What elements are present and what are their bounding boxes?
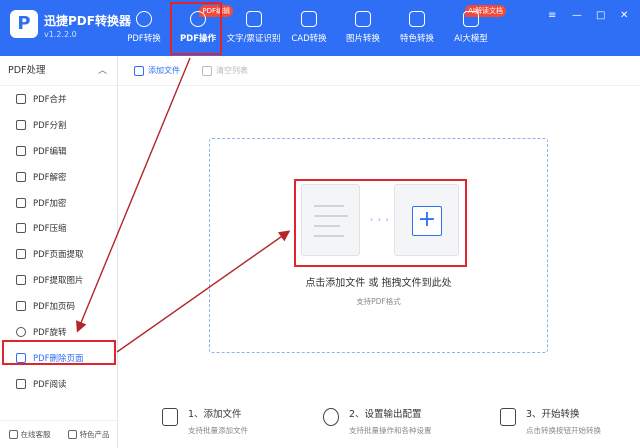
image-icon bbox=[16, 275, 26, 286]
split-icon bbox=[16, 119, 26, 130]
step-title: 2、设置输出配置 bbox=[349, 409, 422, 420]
sidebar-item-read[interactable]: PDF阅读 bbox=[0, 371, 117, 397]
drop-zone-title[interactable]: 点击添加文件 或 拖拽文件到此处 bbox=[209, 274, 548, 289]
sidebar-item-label: PDF分割 bbox=[33, 120, 67, 131]
sidebar-item-label: PDF旋转 bbox=[33, 327, 67, 338]
nav-pdf-convert[interactable]: PDF转换 bbox=[117, 0, 171, 56]
title-bar: P 迅捷PDF转换器 v1.2.2.0 PDF转换 PDF编辑 PDF操作 文字… bbox=[0, 0, 640, 56]
gift-icon bbox=[67, 430, 77, 439]
sidebar-item-label: PDF提取图片 bbox=[33, 276, 84, 287]
edit-icon bbox=[16, 145, 26, 156]
sidebar-item-label: PDF加页码 bbox=[33, 302, 76, 313]
sidebar-item-label: PDF解密 bbox=[33, 172, 67, 183]
step-title: 3、开始转换 bbox=[526, 409, 580, 420]
featured-products-label: 特色产品 bbox=[79, 430, 110, 439]
online-service-link[interactable]: 在线客服 bbox=[8, 429, 51, 440]
nav-label: 文字/票证识别 bbox=[226, 34, 281, 44]
highlight-box-pdf-ops bbox=[170, 2, 222, 55]
convert-icon bbox=[500, 408, 516, 426]
nav-ai-model[interactable]: AI解读文档 AI大模型 bbox=[444, 0, 506, 56]
steps-bar: 1、添加文件 支持批量添加文件 2、设置输出配置支持批量操作和各种设置 3、开始转… bbox=[118, 400, 640, 448]
trash-icon bbox=[202, 65, 212, 76]
clear-list-label: 清空列表 bbox=[216, 66, 248, 75]
page-number-icon bbox=[16, 301, 26, 312]
sidebar-item-compress[interactable]: PDF压缩 bbox=[0, 215, 117, 241]
step-subtitle: 点击转换按钮开始转换 bbox=[526, 426, 601, 435]
gear-icon bbox=[323, 408, 339, 426]
nav-image-convert[interactable]: 图片转换 bbox=[336, 0, 390, 56]
add-file-icon bbox=[162, 408, 178, 426]
step-start-convert: 3、开始转换点击转换按钮开始转换 bbox=[500, 406, 601, 436]
sidebar-item-label: PDF压缩 bbox=[33, 224, 67, 235]
sidebar-item-extract-images[interactable]: PDF提取图片 bbox=[0, 267, 117, 293]
chevron-up-icon: ︿ bbox=[97, 66, 107, 76]
highlight-box-delete-pages bbox=[2, 340, 116, 365]
special-icon bbox=[409, 11, 425, 27]
unlock-icon bbox=[16, 171, 26, 182]
sidebar-item-label: PDF合并 bbox=[33, 94, 67, 105]
nav-label: 特色转换 bbox=[399, 34, 434, 44]
nav-ocr[interactable]: 文字/票证识别 bbox=[225, 0, 282, 56]
highlight-box-drop bbox=[294, 179, 467, 267]
add-file-icon bbox=[134, 65, 144, 76]
step-title: 1、添加文件 bbox=[188, 409, 242, 420]
nav-label: PDF转换 bbox=[127, 34, 161, 44]
sidebar-item-label: PDF加密 bbox=[33, 198, 67, 209]
rotate-icon bbox=[16, 326, 26, 337]
image-icon bbox=[355, 11, 371, 27]
app-version: v1.2.2.0 bbox=[44, 30, 77, 39]
sidebar-item-extract-pages[interactable]: PDF页面提取 bbox=[0, 241, 117, 267]
sidebar-header-label: PDF处理 bbox=[8, 65, 46, 76]
sidebar: PDF处理 ︿ PDF合并 PDF分割 PDF编辑 PDF解密 PDF加密 PD… bbox=[0, 56, 118, 448]
sidebar-item-decrypt[interactable]: PDF解密 bbox=[0, 164, 117, 190]
compress-icon bbox=[16, 223, 26, 234]
drop-zone-subtitle: 支持PDF格式 bbox=[356, 297, 401, 306]
sidebar-footer: 在线客服 特色产品 bbox=[0, 420, 118, 448]
nav-cad-convert[interactable]: CAD转换 bbox=[282, 0, 336, 56]
nav-label: 图片转换 bbox=[345, 34, 380, 44]
headset-icon bbox=[8, 430, 18, 439]
sidebar-item-merge[interactable]: PDF合并 bbox=[0, 86, 117, 112]
step-subtitle: 支持批量添加文件 bbox=[188, 426, 248, 435]
nav-special-convert[interactable]: 特色转换 bbox=[390, 0, 444, 56]
sidebar-header[interactable]: PDF处理 ︿ bbox=[0, 56, 117, 86]
file-toolbar: 添加文件 清空列表 bbox=[118, 56, 640, 86]
sidebar-item-edit[interactable]: PDF编辑 bbox=[0, 138, 117, 164]
sidebar-item-split[interactable]: PDF分割 bbox=[0, 112, 117, 138]
minimize-icon[interactable]: — bbox=[572, 10, 582, 21]
step-subtitle: 支持批量操作和各种设置 bbox=[349, 426, 432, 435]
menu-icon[interactable]: ≡ bbox=[548, 10, 556, 21]
sidebar-item-page-numbers[interactable]: PDF加页码 bbox=[0, 293, 117, 319]
close-icon[interactable]: ✕ bbox=[620, 10, 628, 21]
clear-list-button[interactable]: 清空列表 bbox=[202, 65, 248, 76]
app-logo: P bbox=[10, 10, 38, 38]
book-icon bbox=[16, 378, 26, 389]
add-file-button[interactable]: 添加文件 bbox=[134, 65, 180, 76]
ai-icon bbox=[463, 11, 479, 27]
extract-pages-icon bbox=[16, 249, 26, 260]
maximize-icon[interactable]: □ bbox=[596, 10, 605, 21]
online-service-label: 在线客服 bbox=[20, 430, 51, 439]
nav-label: CAD转换 bbox=[291, 34, 327, 44]
convert-icon bbox=[136, 11, 152, 27]
sidebar-item-label: PDF编辑 bbox=[33, 146, 67, 157]
featured-products-link[interactable]: 特色产品 bbox=[67, 429, 110, 440]
sidebar-item-label: PDF阅读 bbox=[33, 379, 67, 390]
step-output-settings: 2、设置输出配置支持批量操作和各种设置 bbox=[323, 406, 432, 436]
merge-icon bbox=[16, 93, 26, 104]
ocr-icon bbox=[245, 11, 262, 27]
shield-icon bbox=[16, 197, 26, 208]
cad-icon bbox=[301, 11, 317, 27]
step-add-file: 1、添加文件 支持批量添加文件 bbox=[162, 406, 248, 436]
sidebar-item-encrypt[interactable]: PDF加密 bbox=[0, 190, 117, 216]
add-file-label: 添加文件 bbox=[148, 66, 180, 75]
sidebar-item-label: PDF页面提取 bbox=[33, 250, 84, 261]
nav-label: AI大模型 bbox=[454, 34, 488, 44]
